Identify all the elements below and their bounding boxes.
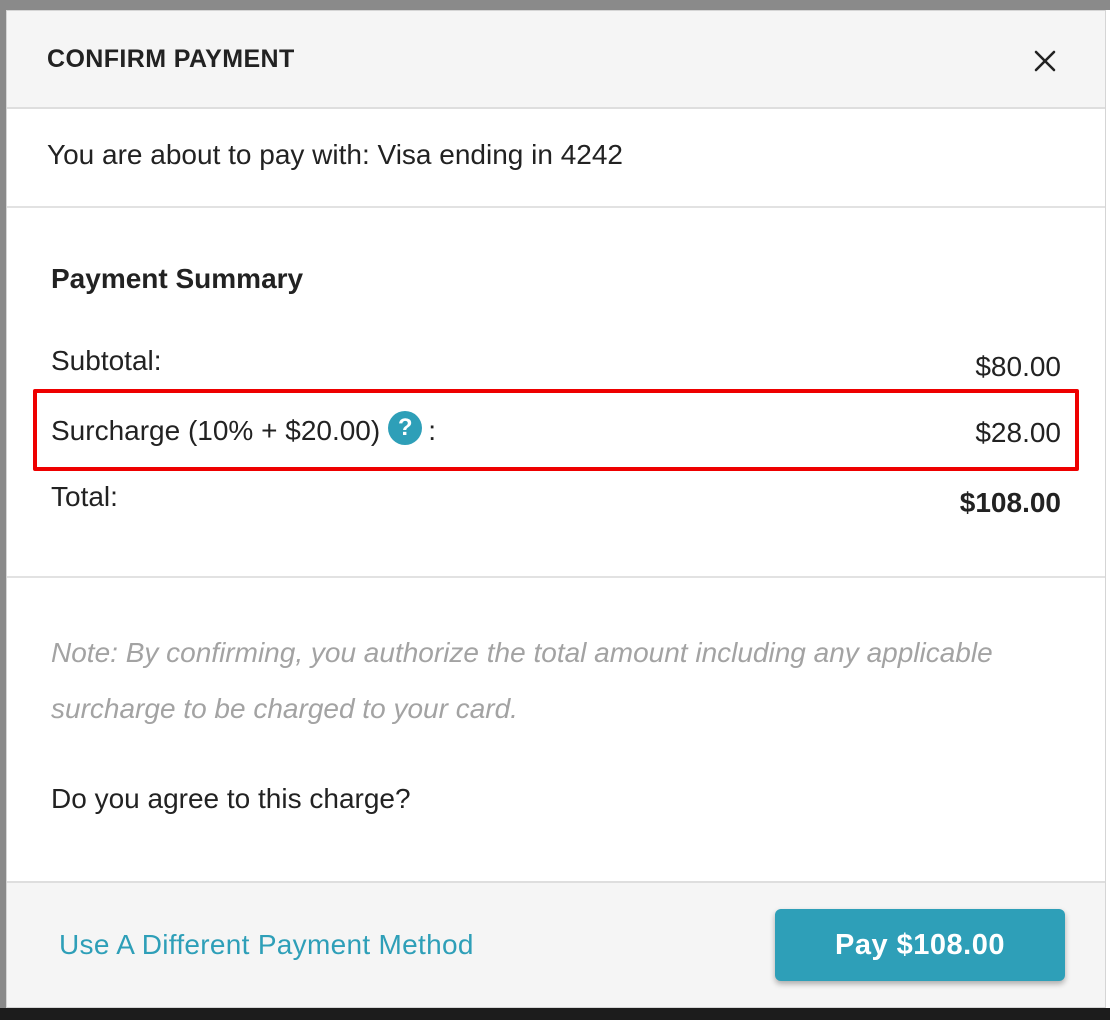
confirm-payment-modal: CONFIRM PAYMENT You are about to pay wit… <box>6 10 1106 1008</box>
agree-question: Do you agree to this charge? <box>51 783 411 814</box>
use-different-payment-method-link[interactable]: Use A Different Payment Method <box>59 929 474 961</box>
subtotal-label: Subtotal: <box>51 345 162 376</box>
close-icon <box>1034 50 1056 72</box>
background-page-edge <box>1106 10 1110 1010</box>
surcharge-highlight-box <box>33 389 1079 471</box>
authorization-note: Note: By confirming, you authorize the t… <box>51 637 993 724</box>
payment-summary-title: Payment Summary <box>51 263 304 294</box>
total-label: Total: <box>51 481 118 512</box>
payment-method-text: You are about to pay with: Visa ending i… <box>47 139 623 170</box>
modal-title: CONFIRM PAYMENT <box>47 45 295 73</box>
background-bottom-bar <box>0 1008 1110 1020</box>
divider <box>7 206 1105 208</box>
close-button[interactable] <box>1025 41 1065 81</box>
modal-header: CONFIRM PAYMENT <box>7 11 1105 109</box>
pay-button[interactable]: Pay $108.00 <box>775 909 1065 981</box>
subtotal-value: $80.00 <box>975 351 1061 382</box>
divider <box>7 576 1105 578</box>
modal-footer: Use A Different Payment Method Pay $108.… <box>7 881 1105 1007</box>
total-value: $108.00 <box>959 487 1061 518</box>
